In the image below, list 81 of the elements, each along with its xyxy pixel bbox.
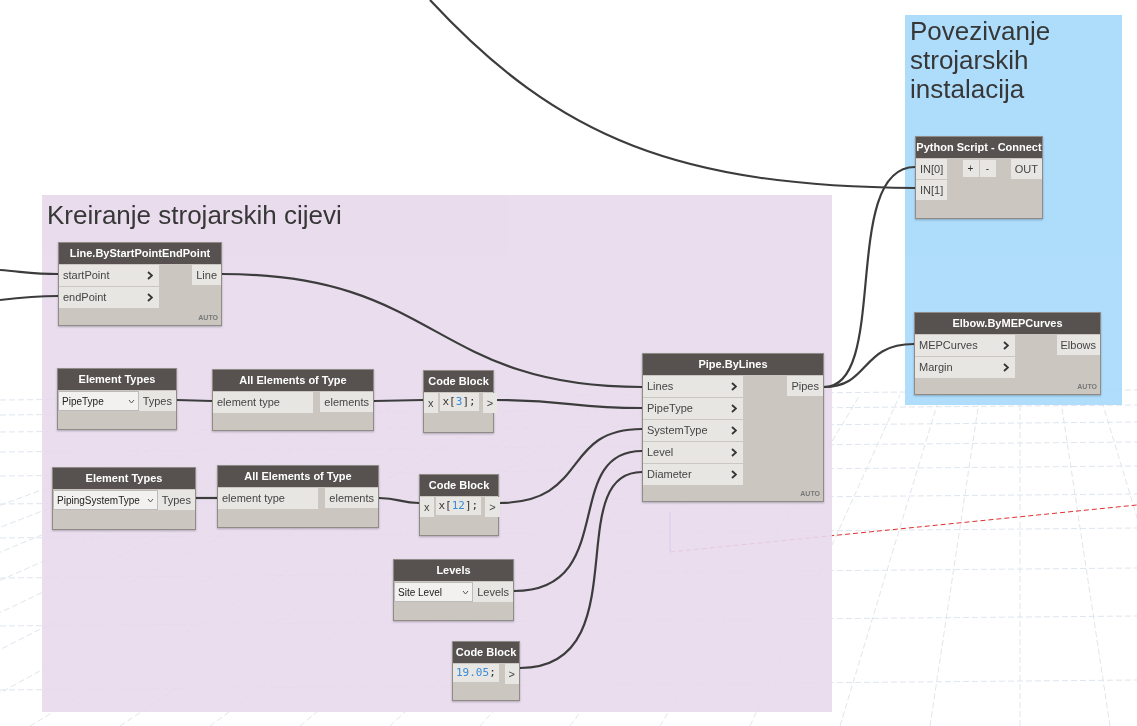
output-port[interactable]: Pipes — [787, 376, 823, 396]
group-title: Kreiranje strojarskih cijevi — [46, 199, 343, 232]
port-button[interactable]: - — [979, 160, 996, 177]
node-title: Levels — [394, 560, 513, 581]
node-title: Element Types — [53, 468, 195, 489]
port-label: Diameter — [647, 467, 692, 483]
chevron-down-icon — [127, 398, 135, 404]
chevron-icon — [1003, 363, 1009, 372]
input-port[interactable]: MEPCurves — [915, 335, 1015, 356]
node-title: Elbow.ByMEPCurves — [915, 313, 1100, 334]
input-port[interactable]: Level — [643, 442, 743, 463]
dropdown[interactable]: PipeType — [58, 391, 139, 411]
input-port[interactable]: element type — [213, 392, 313, 413]
dropdown[interactable]: Site Level — [394, 582, 474, 602]
node[interactable]: Code Block x x[12]; > — [419, 474, 499, 536]
node[interactable]: Code Block 19.05; > — [452, 641, 520, 701]
output-port[interactable]: Line — [192, 265, 221, 285]
output-port[interactable]: Elbows — [1056, 335, 1100, 355]
port-button[interactable]: + — [962, 160, 979, 177]
chevron-icon — [731, 470, 737, 479]
output-port[interactable]: elements — [320, 392, 373, 412]
input-port[interactable]: element type — [218, 488, 318, 509]
input-port[interactable]: endPoint — [59, 287, 159, 308]
port-label: Level — [647, 445, 674, 461]
chevron-down-icon — [146, 497, 154, 503]
output-port[interactable]: elements — [325, 488, 378, 508]
input-port[interactable]: Diameter — [643, 464, 743, 485]
chevron-icon — [147, 271, 153, 280]
node[interactable]: Code Block x x[3]; > — [423, 370, 494, 433]
node-title: All Elements of Type — [213, 370, 373, 391]
code-text[interactable]: 19.05; — [453, 664, 499, 682]
chevron-icon — [731, 426, 737, 435]
chevron-icon — [731, 382, 737, 391]
input-port[interactable]: SystemType — [643, 420, 743, 441]
node-title: All Elements of Type — [218, 466, 378, 487]
code-text[interactable]: x[12]; — [435, 497, 482, 515]
node-title: Code Block — [453, 642, 519, 663]
output-port[interactable]: > — [485, 497, 500, 517]
port-label: PipeType — [647, 401, 693, 417]
node[interactable]: Python Script - Connect IN[0] IN[1] + - OUT — [915, 136, 1043, 219]
port-label: Margin — [919, 360, 953, 376]
port-label: MEPCurves — [919, 338, 978, 354]
dropdown[interactable]: PipingSystemType — [53, 490, 158, 510]
group-title: Povezivanje strojarskih instalacija — [909, 15, 1052, 104]
port-label: SystemType — [647, 423, 708, 439]
input-port[interactable]: x — [420, 497, 434, 517]
chevron-down-icon — [462, 589, 470, 595]
node[interactable]: All Elements of Type element type elements — [212, 369, 374, 431]
node[interactable]: Element Types PipingSystemType Types — [52, 467, 196, 530]
input-port[interactable]: Margin — [915, 357, 1015, 378]
input-port[interactable]: PipeType — [643, 398, 743, 419]
output-port[interactable]: > — [504, 664, 519, 684]
input-port[interactable]: IN[1] — [916, 180, 948, 200]
input-port[interactable]: IN[0] — [916, 159, 948, 179]
output-port[interactable]: OUT — [1010, 159, 1042, 179]
node[interactable]: All Elements of Type element type elements — [217, 465, 379, 528]
node-title: Pipe.ByLines — [643, 354, 823, 375]
port-label: Lines — [647, 379, 674, 395]
output-port[interactable]: Types — [157, 490, 195, 510]
code-text[interactable]: x[3]; — [439, 393, 479, 411]
output-port[interactable]: Levels — [473, 582, 513, 602]
node-title: Python Script - Connect — [916, 137, 1042, 158]
port-label: endPoint — [63, 290, 107, 306]
port-label: element type — [217, 395, 280, 411]
node-title: Code Block — [420, 475, 498, 496]
node-title: Element Types — [58, 369, 176, 390]
port-label: element type — [222, 491, 285, 507]
output-port[interactable]: Types — [138, 391, 176, 411]
chevron-icon — [731, 448, 737, 457]
chevron-icon — [731, 404, 737, 413]
node-title: Code Block — [424, 371, 493, 392]
node[interactable]: Element Types PipeType Types — [57, 368, 177, 430]
input-port[interactable]: x — [424, 393, 438, 413]
chevron-icon — [147, 293, 153, 302]
node[interactable]: Levels Site Level Levels — [393, 559, 514, 621]
input-port[interactable]: startPoint — [59, 265, 159, 286]
input-port[interactable]: Lines — [643, 376, 743, 397]
node-title: Line.ByStartPointEndPoint — [59, 243, 221, 264]
chevron-icon — [1003, 341, 1009, 350]
port-label: startPoint — [63, 268, 110, 284]
output-port[interactable]: > — [482, 393, 498, 413]
